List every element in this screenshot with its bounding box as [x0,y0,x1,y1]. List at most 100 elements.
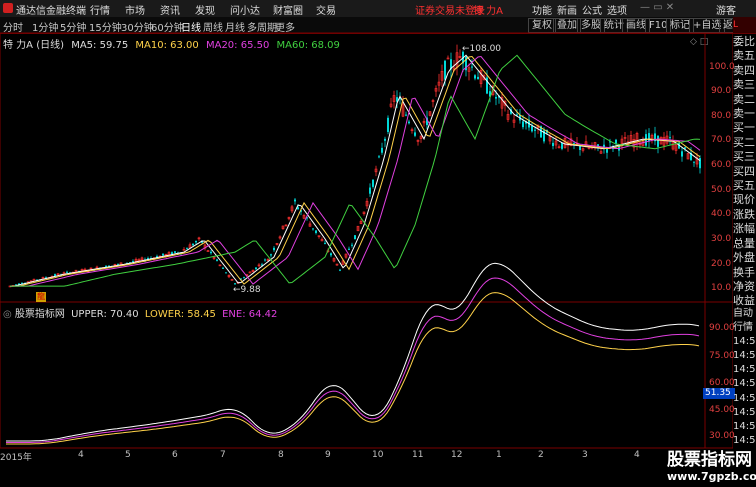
indicator-toggle-icon[interactable]: ◎ [3,309,12,320]
candle-body [270,254,272,256]
side-tick-0: 自动 [733,308,753,319]
side-quote-panel: 委比 卖五 卖四 卖三 卖二 卖一 买一 买二 买三 买四 买五 现价 涨跌 涨幅 总量 外盘 换手 净资 收益 [733,35,756,309]
indicator-panel-frame [0,301,733,449]
candle-body [315,230,317,233]
y-tick-50: 50.0 [711,185,732,195]
candle-body [162,253,164,256]
side-label-0: 委比 [733,35,755,48]
side-tick-9: 14:50 [733,434,756,446]
x-label-2015: 2015年 [0,453,32,463]
upper-line [6,262,700,442]
y-tick-10: 10.0 [711,283,732,293]
indicator-header: ◎ 股票指标网 UPPER: 70.40 LOWER: 58.45 ENE: 6… [3,305,277,320]
candle-body [387,117,389,132]
side-label-7: 买二 [733,135,755,149]
ma20-line [10,55,701,287]
ene-line [6,277,700,443]
x-label-may: 5 [125,450,131,460]
x-label-apr: 4 [78,450,84,460]
watermark-title: 股票指标网 [667,450,752,470]
candle-body [324,242,326,244]
candle-body [381,147,383,153]
candle-body [273,247,275,251]
candle-body [354,235,356,240]
level2-badge[interactable]: L [733,17,756,33]
x-label-dec: 12 [451,450,463,460]
side-label-1: 卖五 [733,49,755,63]
y-tick-70: 70.0 [711,135,732,145]
side-label-3: 卖三 [733,78,755,92]
candle-body [330,253,332,256]
side-label-4: 卖二 [733,92,755,106]
side-label-11: 现价 [733,193,755,207]
side-tick-6: 14:50 [733,392,756,404]
side-tick-8: 14:50 [733,420,756,432]
x-label-nov: 11 [412,450,424,460]
candle-body [255,267,257,270]
candle-body [225,272,227,274]
candle-body [294,199,296,202]
moving-average-lines [10,54,701,287]
side-tick-4: 14:50 [733,364,756,376]
side-label-14: 总量 [733,236,755,250]
candle-body [444,60,446,80]
y-tick-40: 40.0 [711,209,732,219]
watermark-logo: 股票指标网 www.7gpzb.com [667,450,756,486]
candle-body [552,142,554,147]
y-tick-90: 90.0 [711,86,732,96]
candle-body [369,187,371,194]
side-label-5: 卖一 [733,107,755,121]
candle-body [495,96,497,99]
x-label-apr2: 4 [634,450,640,460]
candle-body [54,274,56,276]
ma10-line [10,55,701,287]
x-label-feb: 2 [538,450,544,460]
side-label-13: 涨幅 [733,222,755,236]
candle-body [579,146,581,150]
candle-body [681,151,683,157]
candle-body [522,121,524,128]
ene-label: ENE: 64.42 [222,309,278,320]
ene-indicator-lines [6,262,700,445]
dragon-marker-icon[interactable]: 龍 [36,292,46,302]
side-label-10: 买五 [733,179,755,193]
side-label-2: 卖四 [733,63,755,77]
candle-body [216,259,218,261]
candle-body [657,135,659,147]
candle-body [264,259,266,261]
ma60-line [10,54,701,287]
low-price-annotation: ←9.88 [233,285,261,295]
side-tick-1: 行情 [733,322,753,334]
candle-body [174,251,176,253]
side-label-17: 净资 [733,279,755,293]
side-tick-panel: 自动行情 14:50 14:50 14:50 14:50 14:50 14:50 14:50 1… [733,307,756,448]
candle-body [243,277,245,279]
x-label-oct: 10 [372,450,384,460]
candle-body [339,269,341,271]
kline-chart [0,32,733,449]
x-label-mar: 3 [582,450,588,460]
candle-body [405,114,407,116]
candle-body [312,228,314,230]
candle-body [573,142,575,144]
ind-tick-45: 45.00 [709,405,735,415]
side-tick-7: 14:50 [733,406,756,418]
indicator-name[interactable]: 股票指标网 [15,309,65,320]
candle-body [669,137,671,139]
candle-body [372,179,374,187]
candle-body [615,139,617,144]
candle-body [348,248,350,250]
candle-body [384,138,386,141]
candle-body [222,267,224,269]
candle-body [474,75,476,79]
main-panel-frame [0,32,733,303]
candle-body [117,263,119,265]
x-label-jul: 7 [220,450,226,460]
y-tick-30: 30.0 [711,234,732,244]
side-label-12: 涨跌 [733,207,755,221]
side-tick-2: 14:50 [733,336,756,348]
upper-label: UPPER: 70.40 [71,309,139,320]
x-label-jan: 1 [496,450,502,460]
current-value-badge: 51.35 [703,388,735,399]
y-tick-80: 80.0 [711,111,732,121]
